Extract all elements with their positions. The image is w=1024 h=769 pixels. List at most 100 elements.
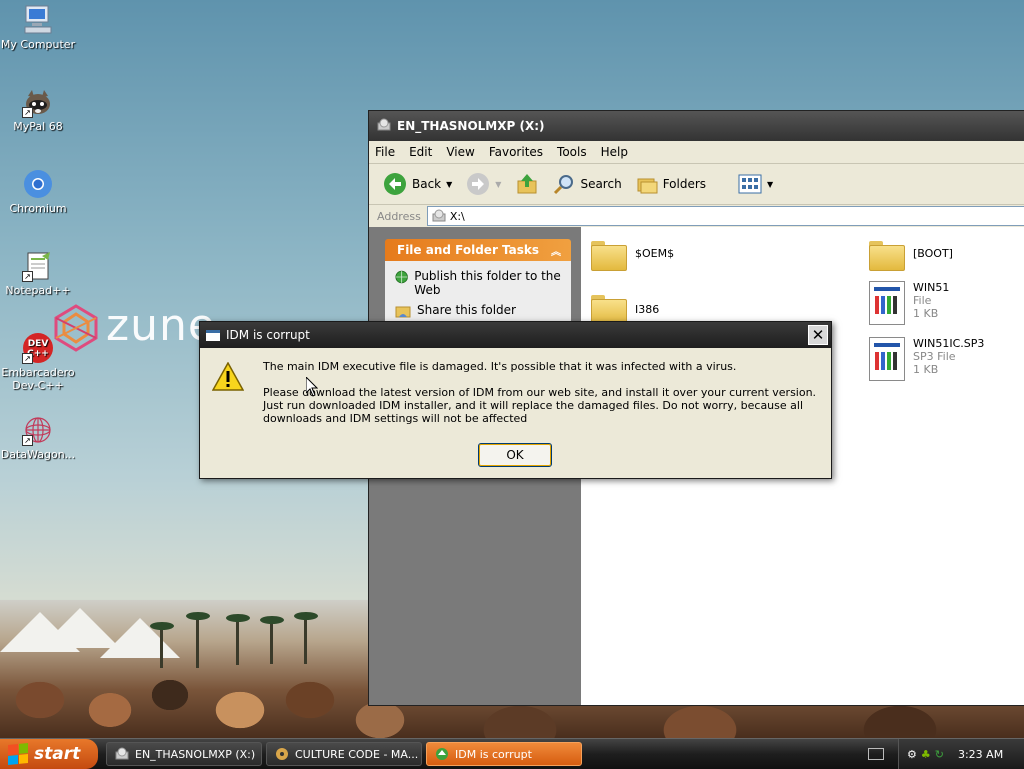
file-item-win51ic[interactable]: WIN51IC.SP3 SP3 File 1 KB — [869, 337, 984, 381]
file-folder-tasks-panel: File and Folder Tasks ︽ Publish this fol… — [385, 239, 571, 333]
menu-tools[interactable]: Tools — [557, 145, 587, 159]
taskbar-button-explorer[interactable]: EN_THASNOLMXP (X:) — [106, 742, 262, 766]
desktop-icon-datawagon[interactable]: ↗ DataWagon... — [0, 414, 76, 461]
taskbar-button-idm[interactable]: IDM is corrupt — [426, 742, 582, 766]
explorer-title: EN_THASNOLMXP (X:) — [397, 119, 545, 133]
taskbar-button-label: IDM is corrupt — [455, 747, 532, 761]
taskbar: start EN_THASNOLMXP (X:) CULTURE CODE - … — [0, 738, 1024, 769]
up-folder-button[interactable] — [511, 170, 543, 198]
file-size: 1 KB — [913, 307, 939, 320]
file-kind: File — [913, 294, 932, 307]
window-icon — [206, 329, 220, 341]
zune-wallpaper-logo: zune — [52, 300, 216, 352]
views-button[interactable]: ▼ — [734, 172, 777, 196]
file-kind: SP3 File — [913, 350, 956, 363]
dialog-title: IDM is corrupt — [226, 328, 310, 342]
close-icon: ✕ — [811, 325, 825, 344]
tray-app-icon[interactable]: ♣ — [921, 748, 931, 761]
address-field[interactable]: X:\ — [426, 206, 1024, 226]
windows-flag-icon — [8, 742, 28, 766]
shortcut-arrow-icon: ↗ — [22, 353, 33, 364]
chromium-icon — [22, 168, 54, 200]
desktop-icon-my-computer[interactable]: My Computer — [0, 4, 76, 51]
file-name: $OEM$ — [635, 247, 675, 260]
dialog-titlebar[interactable]: IDM is corrupt ✕ — [200, 322, 831, 348]
chevron-down-icon[interactable]: ▼ — [446, 180, 452, 189]
explorer-menubar: File Edit View Favorites Tools Help — [369, 141, 1024, 164]
desktop-icon-chromium[interactable]: Chromium — [0, 168, 76, 215]
forward-arrow-icon — [467, 173, 490, 195]
up-folder-icon — [517, 174, 537, 194]
file-name: WIN51 — [913, 281, 950, 294]
share-folder-icon — [395, 306, 411, 318]
search-icon — [554, 175, 574, 195]
shortcut-arrow-icon: ↗ — [22, 107, 33, 118]
desktop-icon-mypal[interactable]: ↗ MyPal 68 — [0, 86, 76, 133]
back-button[interactable]: Back ▼ — [379, 170, 456, 198]
desktop-icon-label: DataWagon... — [0, 448, 76, 461]
shortcut-arrow-icon: ↗ — [22, 435, 33, 446]
tasks-header-label: File and Folder Tasks — [397, 243, 540, 257]
dialog-message: The main IDM executive file is damaged. … — [263, 360, 823, 438]
devcpp-icon: DEV C++ ↗ — [22, 332, 54, 364]
close-button[interactable]: ✕ — [808, 325, 828, 345]
task-publish-web[interactable]: Publish this folder to the Web — [395, 269, 561, 297]
file-item-win51[interactable]: WIN51 File 1 KB — [869, 281, 949, 325]
raccoon-icon: ↗ — [22, 86, 54, 118]
chevron-down-icon: ▼ — [767, 179, 774, 189]
tasks-header[interactable]: File and Folder Tasks ︽ — [385, 239, 571, 261]
taskbar-button-culture-code[interactable]: CULTURE CODE - MA... — [266, 742, 422, 766]
file-name: [BOOT] — [913, 247, 953, 260]
desktop-icon-label: MyPal 68 — [13, 120, 63, 133]
globe-icon — [395, 270, 408, 284]
drive-icon — [115, 747, 129, 760]
search-button[interactable]: Search — [549, 171, 625, 197]
search-label: Search — [580, 177, 622, 191]
file-size: 1 KB — [913, 363, 939, 376]
file-item-oem[interactable]: $OEM$ — [591, 239, 674, 271]
desktop-icon-label: My Computer — [0, 38, 76, 51]
folders-label: Folders — [662, 177, 707, 191]
forward-button[interactable]: ▼ — [462, 170, 505, 198]
folder-icon — [869, 241, 905, 271]
desktop-icon-devcpp[interactable]: DEV C++ ↗ Embarcadero Dev-C++ — [0, 332, 76, 392]
network-icon[interactable]: ⚙ — [907, 748, 917, 761]
chevron-down-icon: ▼ — [495, 179, 502, 189]
start-button[interactable]: start — [0, 739, 98, 769]
system-tray: ⚙ ♣ ↻ 3:23 AM — [898, 739, 1024, 769]
menu-view[interactable]: View — [446, 145, 474, 159]
clock[interactable]: 3:23 AM — [958, 748, 1003, 761]
mouse-cursor-icon — [306, 377, 318, 397]
folders-icon — [637, 178, 658, 194]
message-line-2: Please download the latest version of ID… — [263, 386, 817, 425]
shortcut-arrow-icon: ↗ — [22, 271, 33, 282]
address-bar: Address X:\ — [369, 205, 1024, 228]
explorer-titlebar[interactable]: EN_THASNOLMXP (X:) — [369, 111, 1024, 141]
task-label: Share this folder — [417, 303, 516, 317]
drive-icon — [377, 118, 391, 135]
menu-favorites[interactable]: Favorites — [489, 145, 543, 159]
datawagon-icon: ↗ — [22, 414, 54, 446]
idm-corrupt-dialog[interactable]: IDM is corrupt ✕ The main IDM executive … — [199, 321, 832, 479]
ok-button[interactable]: OK — [478, 443, 552, 467]
file-item-boot[interactable]: [BOOT] — [869, 239, 953, 271]
media-icon — [276, 748, 288, 760]
explorer-toolbar: Back ▼ ▼ Search Folders ▼ — [369, 164, 1024, 205]
menu-help[interactable]: Help — [601, 145, 628, 159]
tray-refresh-icon[interactable]: ↻ — [935, 748, 944, 761]
keyboard-language-icon[interactable] — [868, 748, 884, 760]
drive-icon — [432, 209, 446, 222]
taskbar-button-label: CULTURE CODE - MA... — [295, 747, 419, 761]
back-arrow-icon — [384, 173, 406, 195]
desktop-icon-notepadpp[interactable]: ↗ Notepad++ — [0, 250, 76, 297]
address-value: X:\ — [449, 209, 465, 223]
desktop-icon-label: Embarcadero Dev-C++ — [1, 366, 75, 392]
menu-file[interactable]: File — [375, 145, 395, 159]
folders-button[interactable]: Folders — [632, 171, 710, 197]
task-share-folder[interactable]: Share this folder — [395, 303, 561, 319]
collapse-chevron-icon[interactable]: ︽ — [551, 243, 561, 258]
message-line-1: The main IDM executive file is damaged. … — [263, 360, 737, 373]
notepadpp-icon: ↗ — [22, 250, 54, 282]
menu-edit[interactable]: Edit — [409, 145, 432, 159]
start-label: start — [34, 744, 81, 764]
